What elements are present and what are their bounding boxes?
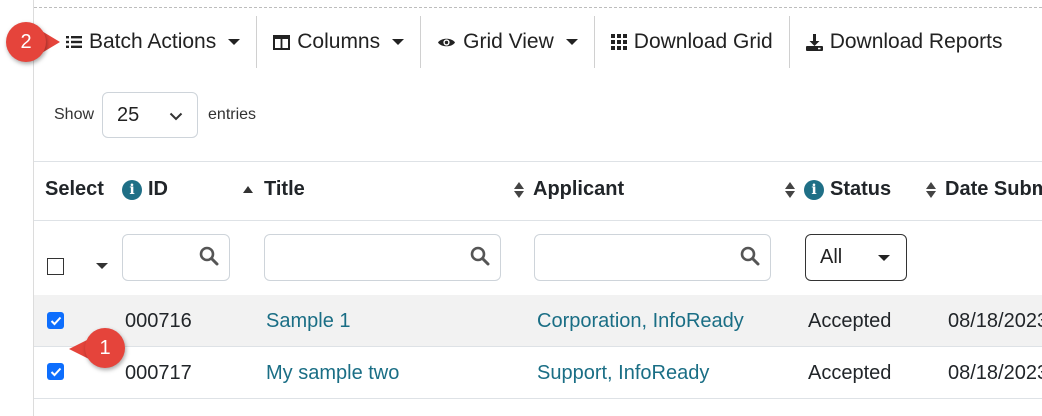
- row-checkbox[interactable]: [47, 312, 64, 329]
- column-header-applicant-label: Applicant: [533, 178, 625, 200]
- grid-view-button[interactable]: Grid View: [421, 16, 594, 68]
- entries-label: entries: [208, 106, 257, 123]
- column-header-select-label: Select: [45, 178, 104, 200]
- column-header-date-submitted[interactable]: Date Submitted: [926, 178, 1042, 201]
- row-applicant-link[interactable]: Support, InfoReady: [537, 362, 709, 385]
- row-id: 000717: [125, 362, 192, 384]
- column-header-id-label: ID: [148, 178, 168, 200]
- page-length-select[interactable]: 25: [102, 92, 199, 138]
- column-header-select: Select: [45, 178, 104, 201]
- show-label: Show: [54, 106, 95, 123]
- sort-icon: [926, 181, 936, 198]
- row-checkbox[interactable]: [47, 363, 64, 380]
- column-header-status[interactable]: i Status: [785, 178, 891, 201]
- dashed-divider: [34, 7, 1042, 8]
- select-menu-chevron-icon[interactable]: [96, 263, 108, 269]
- row-divider: [34, 398, 1042, 399]
- row-date-submitted: 08/18/2023: [948, 310, 1042, 332]
- status-filter-select[interactable]: All: [805, 234, 907, 281]
- list-icon: [66, 35, 82, 49]
- column-header-title-label: Title: [264, 178, 305, 200]
- row-status: Accepted: [808, 310, 892, 332]
- sort-ascending-icon: [243, 186, 253, 193]
- callout-badge-1: 1: [69, 328, 125, 368]
- grid-toolbar: Batch Actions Columns Grid View Download…: [52, 16, 1018, 68]
- row-divider: [34, 346, 1042, 347]
- applicant-filter-input[interactable]: [534, 234, 771, 281]
- batch-actions-button[interactable]: Batch Actions: [52, 16, 256, 68]
- status-filter-value: All: [820, 246, 843, 268]
- select-all-checkbox[interactable]: [47, 258, 64, 275]
- page-length-control: Show 25 entries: [54, 92, 256, 138]
- table-top-border: [34, 161, 1042, 162]
- search-icon: [199, 246, 219, 271]
- row-id: 000716: [125, 310, 192, 332]
- chevron-down-icon: [392, 39, 405, 45]
- column-header-date-submitted-label: Date Submitted: [945, 178, 1042, 200]
- row-title-link[interactable]: Sample 1: [266, 310, 351, 333]
- sort-icon: [514, 181, 524, 198]
- column-header-title[interactable]: Title: [243, 178, 305, 201]
- column-header-status-label: Status: [830, 178, 892, 200]
- columns-button[interactable]: Columns: [257, 16, 420, 68]
- download-reports-button[interactable]: Download Reports: [790, 16, 1019, 68]
- chevron-down-icon: [228, 39, 241, 45]
- title-filter-input[interactable]: [264, 234, 501, 281]
- column-header-applicant[interactable]: Applicant: [514, 178, 624, 201]
- column-header-id[interactable]: i ID: [122, 178, 168, 201]
- row-status: Accepted: [808, 362, 892, 384]
- info-icon[interactable]: i: [804, 179, 824, 200]
- columns-label: Columns: [297, 30, 381, 53]
- download-grid-label: Download Grid: [633, 30, 773, 53]
- row-title-link[interactable]: My sample two: [266, 362, 399, 385]
- page-length-value: 25: [117, 103, 140, 126]
- batch-actions-label: Batch Actions: [89, 30, 217, 53]
- callout-badge-2: 2: [6, 22, 60, 62]
- columns-icon: [273, 34, 291, 50]
- content-left-border: [33, 0, 34, 416]
- callout-badge-1-number: 1: [85, 328, 125, 368]
- download-grid-button[interactable]: Download Grid: [595, 16, 789, 68]
- chevron-down-icon: [878, 254, 890, 261]
- grid-icon: [610, 34, 627, 50]
- header-bottom-border: [34, 220, 1042, 221]
- chevron-down-icon: [169, 104, 183, 127]
- info-icon[interactable]: i: [122, 179, 142, 200]
- search-icon: [740, 246, 760, 271]
- id-filter-input[interactable]: [122, 234, 230, 281]
- download-reports-label: Download Reports: [829, 30, 1003, 53]
- row-applicant-link[interactable]: Corporation, InfoReady: [537, 310, 744, 333]
- search-icon: [470, 246, 490, 271]
- download-icon: [805, 33, 823, 51]
- callout-badge-2-number: 2: [6, 22, 46, 62]
- chevron-down-icon: [565, 39, 578, 45]
- sort-icon: [785, 181, 795, 198]
- grid-view-label: Grid View: [463, 30, 554, 53]
- row-date-submitted: 08/18/2023: [948, 362, 1042, 384]
- eye-icon: [437, 36, 456, 49]
